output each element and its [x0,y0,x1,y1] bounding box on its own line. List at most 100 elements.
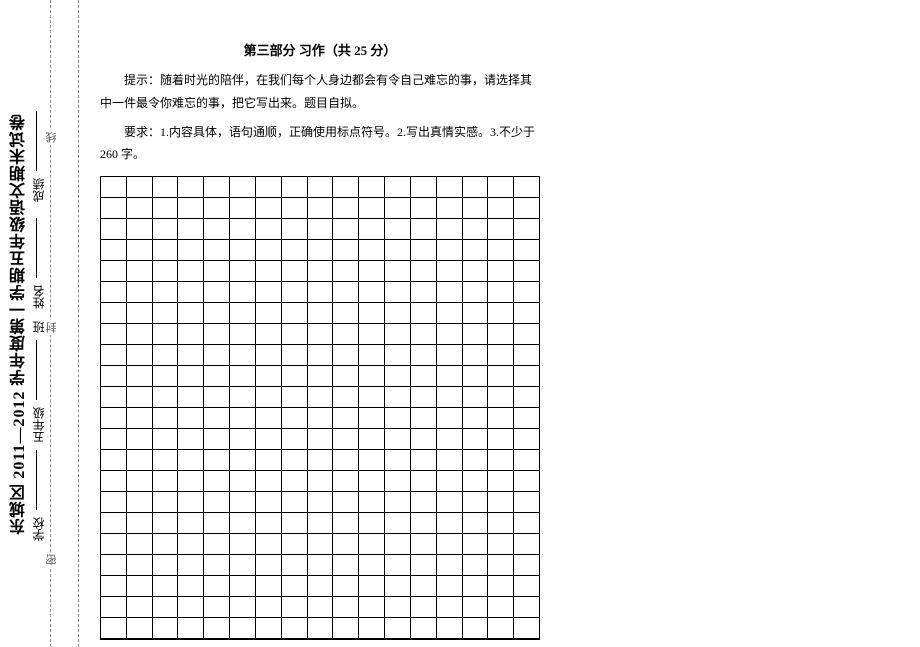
grid-cell[interactable] [178,618,204,639]
grid-cell[interactable] [230,408,256,429]
grid-cell[interactable] [256,513,282,534]
grid-cell[interactable] [230,345,256,366]
grid-cell[interactable] [437,282,463,303]
grid-cell[interactable] [411,198,437,219]
grid-cell[interactable] [153,450,179,471]
grid-cell[interactable] [411,408,437,429]
grid-cell[interactable] [282,387,308,408]
grid-cell[interactable] [514,261,539,282]
grid-cell[interactable] [385,555,411,576]
grid-cell[interactable] [204,198,230,219]
grid-cell[interactable] [282,177,308,198]
grid-cell[interactable] [385,366,411,387]
grid-cell[interactable] [359,408,385,429]
grid-cell[interactable] [333,450,359,471]
grid-cell[interactable] [333,177,359,198]
grid-cell[interactable] [308,345,334,366]
grid-cell[interactable] [463,492,489,513]
grid-cell[interactable] [127,408,153,429]
grid-cell[interactable] [308,408,334,429]
grid-cell[interactable] [282,282,308,303]
grid-cell[interactable] [359,303,385,324]
grid-cell[interactable] [153,219,179,240]
grid-cell[interactable] [514,555,539,576]
score-blank[interactable] [36,111,37,171]
grid-cell[interactable] [101,198,127,219]
grid-cell[interactable] [256,408,282,429]
grid-cell[interactable] [308,429,334,450]
grid-cell[interactable] [488,177,514,198]
grid-cell[interactable] [308,219,334,240]
grid-cell[interactable] [411,219,437,240]
grid-cell[interactable] [204,534,230,555]
grid-cell[interactable] [514,471,539,492]
grid-cell[interactable] [178,387,204,408]
grid-cell[interactable] [282,534,308,555]
grid-cell[interactable] [333,492,359,513]
grid-cell[interactable] [385,576,411,597]
grid-cell[interactable] [333,324,359,345]
grid-cell[interactable] [385,408,411,429]
grid-cell[interactable] [463,240,489,261]
grid-cell[interactable] [101,513,127,534]
grid-cell[interactable] [204,324,230,345]
grid-cell[interactable] [256,345,282,366]
grid-cell[interactable] [153,555,179,576]
grid-cell[interactable] [127,513,153,534]
grid-cell[interactable] [514,408,539,429]
grid-cell[interactable] [411,261,437,282]
grid-cell[interactable] [359,261,385,282]
grid-cell[interactable] [178,282,204,303]
grid-cell[interactable] [488,345,514,366]
grid-cell[interactable] [153,513,179,534]
grid-cell[interactable] [463,618,489,639]
grid-cell[interactable] [385,618,411,639]
grid-cell[interactable] [437,492,463,513]
grid-cell[interactable] [230,282,256,303]
grid-cell[interactable] [282,618,308,639]
grid-cell[interactable] [437,408,463,429]
grid-cell[interactable] [127,219,153,240]
grid-cell[interactable] [101,429,127,450]
grid-cell[interactable] [437,366,463,387]
grid-cell[interactable] [385,492,411,513]
grid-cell[interactable] [308,324,334,345]
grid-cell[interactable] [256,261,282,282]
grid-cell[interactable] [359,555,385,576]
grid-cell[interactable] [178,555,204,576]
grid-cell[interactable] [488,450,514,471]
grid-cell[interactable] [437,534,463,555]
grid-cell[interactable] [153,324,179,345]
grid-cell[interactable] [256,198,282,219]
grid-cell[interactable] [463,513,489,534]
grid-cell[interactable] [153,534,179,555]
grid-cell[interactable] [463,534,489,555]
grid-cell[interactable] [333,597,359,618]
grid-cell[interactable] [256,471,282,492]
grid-cell[interactable] [127,618,153,639]
grid-cell[interactable] [411,450,437,471]
grid-cell[interactable] [359,450,385,471]
grid-cell[interactable] [411,618,437,639]
grid-cell[interactable] [230,492,256,513]
grid-cell[interactable] [488,366,514,387]
grid-cell[interactable] [127,345,153,366]
grid-cell[interactable] [204,471,230,492]
grid-cell[interactable] [333,240,359,261]
grid-cell[interactable] [359,618,385,639]
grid-cell[interactable] [411,177,437,198]
grid-cell[interactable] [178,240,204,261]
grid-cell[interactable] [437,555,463,576]
grid-cell[interactable] [256,597,282,618]
grid-cell[interactable] [411,555,437,576]
grid-cell[interactable] [488,492,514,513]
grid-cell[interactable] [282,345,308,366]
grid-cell[interactable] [127,282,153,303]
grid-cell[interactable] [488,303,514,324]
grid-cell[interactable] [204,555,230,576]
grid-cell[interactable] [437,324,463,345]
grid-cell[interactable] [514,282,539,303]
grid-cell[interactable] [463,177,489,198]
grid-cell[interactable] [488,240,514,261]
grid-cell[interactable] [308,513,334,534]
